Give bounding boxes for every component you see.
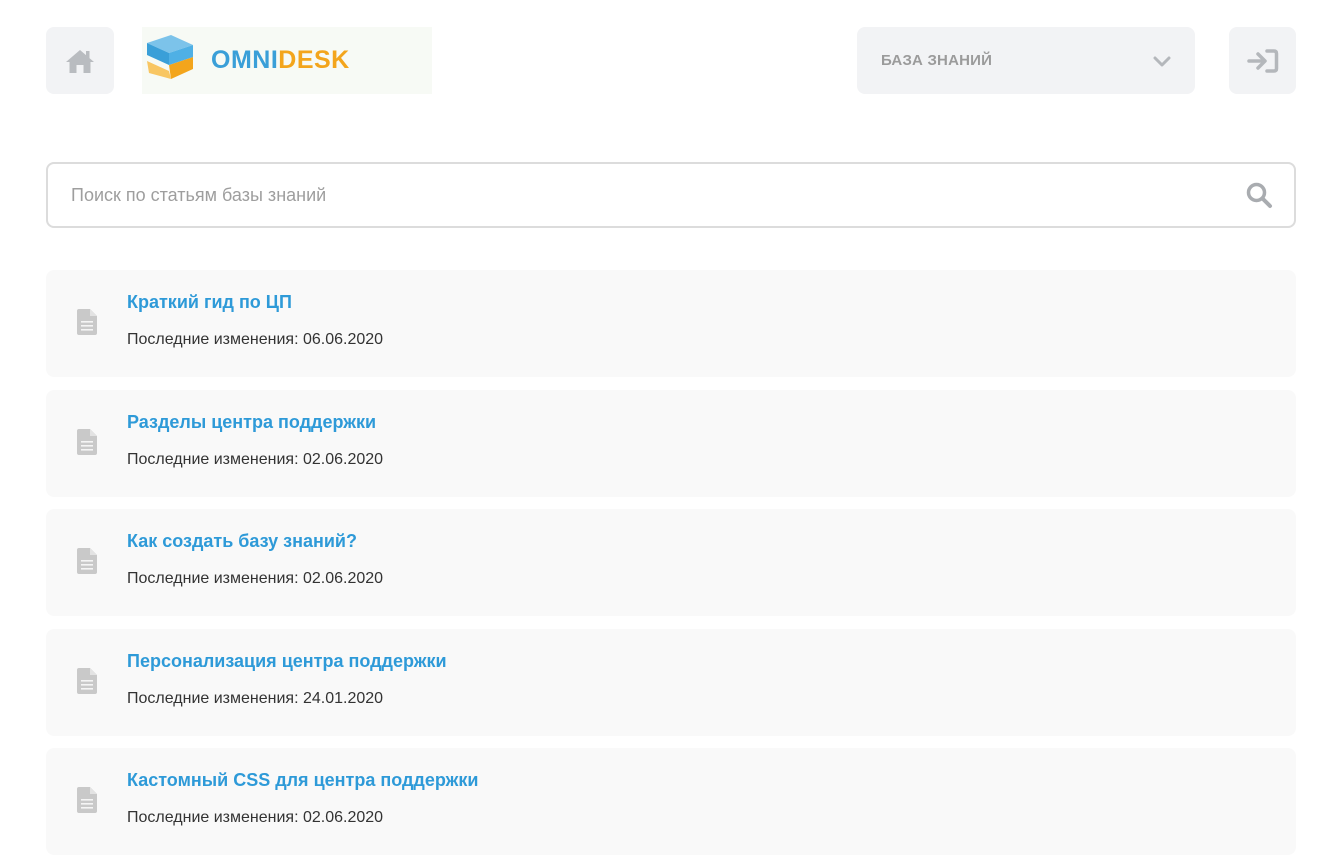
article-updated-date: Последние изменения: 02.06.2020 <box>127 450 384 468</box>
logo[interactable]: OMNIDESK <box>142 27 432 94</box>
article-title-link[interactable]: Краткий гид по ЦП <box>127 292 292 313</box>
kb-select-label: БАЗА ЗНАНИЙ <box>881 52 993 69</box>
document-icon <box>77 428 97 455</box>
article-item[interactable]: Кастомный CSS для центра поддержки После… <box>46 748 1296 855</box>
article-updated-date: Последние изменения: 02.06.2020 <box>127 809 384 826</box>
article-title-link[interactable]: Кастомный CSS для центра поддержки <box>127 770 478 791</box>
article-updated-date: Последние изменения: 24.01.2020 <box>127 689 384 707</box>
article-item[interactable]: Персонализация центра поддержки Последни… <box>46 628 1296 736</box>
article-title-link[interactable]: Персонализация центра поддержки <box>127 651 447 672</box>
article-item[interactable]: Как создать базу знаний? Последние измен… <box>46 509 1296 616</box>
logo-text: OMNIDESK <box>211 46 350 75</box>
login-button[interactable] <box>1229 27 1296 94</box>
article-item[interactable]: Разделы центра поддержки Последние измен… <box>46 389 1296 497</box>
document-icon <box>77 548 97 574</box>
article-item[interactable]: Краткий гид по ЦП Последние изменения: 0… <box>46 270 1296 377</box>
home-icon <box>66 49 94 73</box>
logo-text-desk: DESK <box>278 46 350 74</box>
article-updated-date: Последние изменения: 02.06.2020 <box>127 570 384 587</box>
knowledge-base-select[interactable]: БАЗА ЗНАНИЙ <box>857 27 1195 94</box>
sign-in-icon <box>1246 48 1278 73</box>
home-button[interactable] <box>46 27 114 94</box>
search-button[interactable] <box>1244 180 1274 210</box>
article-updated-date: Последние изменения: 06.06.2020 <box>127 331 384 348</box>
document-icon <box>77 667 97 694</box>
search-icon <box>1246 182 1272 208</box>
article-list: Краткий гид по ЦП Последние изменения: 0… <box>46 270 1296 868</box>
article-title-link[interactable]: Как создать базу знаний? <box>127 531 357 552</box>
logo-text-omni: OMNI <box>211 46 279 74</box>
article-title-link[interactable]: Разделы центра поддержки <box>127 412 376 433</box>
search-input[interactable] <box>48 184 1244 206</box>
chevron-down-icon <box>1153 56 1171 66</box>
document-icon <box>77 787 97 813</box>
search-bar <box>46 162 1296 228</box>
logo-mark <box>147 34 193 79</box>
document-icon <box>77 309 97 335</box>
